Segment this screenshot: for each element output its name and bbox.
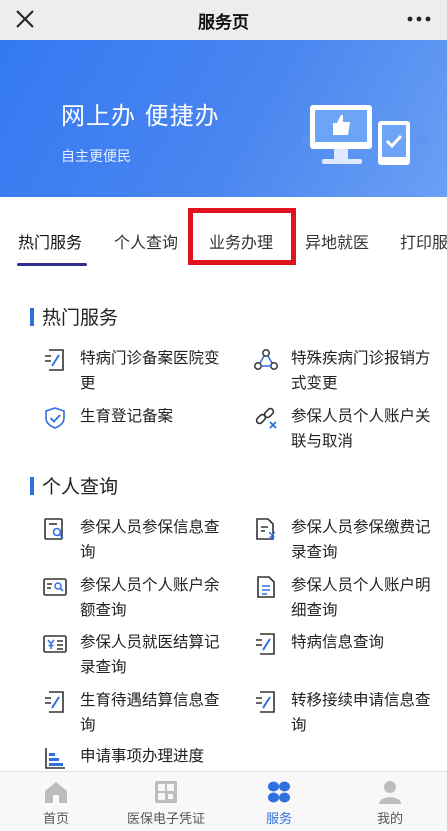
file-edit-icon bbox=[256, 633, 275, 655]
nav-medical-certificate[interactable]: 医保电子凭证 bbox=[116, 772, 216, 831]
service-item[interactable]: 生育登记备案 bbox=[42, 404, 230, 431]
service-item[interactable]: 特殊疾病门诊报销方式变更 bbox=[253, 346, 441, 396]
doc-yen-icon bbox=[256, 518, 276, 540]
section-accent-bar bbox=[30, 476, 34, 495]
service-item-label: 特殊疾病门诊报销方式变更 bbox=[291, 349, 431, 392]
banner: 网上办 便捷办 自主更便民 bbox=[0, 40, 447, 197]
tab-remote-medical[interactable]: 异地就医 bbox=[305, 229, 369, 253]
service-item-label: 转移接续申请信息查询 bbox=[291, 691, 431, 734]
service-item-label: 特病门诊备案医院变更 bbox=[80, 349, 220, 392]
service-item[interactable]: 参保人员个人账户关联与取消 bbox=[253, 404, 441, 454]
nav-home[interactable]: 首页 bbox=[6, 772, 106, 831]
service-item-label: 生育待遇结算信息查询 bbox=[80, 691, 220, 734]
yen-list-icon bbox=[43, 635, 67, 653]
section-title-text: 个人查询 bbox=[42, 476, 119, 498]
bottom-nav: 首页 医保电子凭证 服务 我的 bbox=[0, 771, 447, 831]
service-item[interactable]: 生育待遇结算信息查询 bbox=[42, 688, 230, 738]
highlight-box bbox=[188, 208, 296, 265]
progress-icon bbox=[45, 748, 65, 769]
service-item[interactable]: 转移接续申请信息查询 bbox=[253, 688, 441, 738]
tab-personal-query[interactable]: 个人查询 bbox=[114, 229, 178, 253]
section-title-personal: 个人查询 bbox=[30, 472, 118, 499]
active-tab-indicator bbox=[17, 263, 87, 266]
service-item-label: 参保人员参保缴费记录查询 bbox=[291, 518, 431, 561]
section-accent-bar bbox=[30, 307, 34, 326]
service-item-label: 申请事项办理进度 bbox=[80, 747, 205, 765]
shield-check-icon bbox=[45, 407, 65, 429]
more-icon[interactable] bbox=[407, 14, 431, 24]
service-item[interactable]: 参保人员就医结算记录查询 bbox=[42, 630, 230, 680]
nav-mine[interactable]: 我的 bbox=[340, 772, 440, 831]
tab-print-service[interactable]: 打印服 bbox=[400, 229, 447, 253]
file-edit-icon bbox=[256, 691, 275, 713]
user-icon bbox=[379, 781, 401, 804]
service-item-label: 参保人员参保信息查询 bbox=[80, 518, 220, 561]
service-item[interactable]: 参保人员个人账户明细查询 bbox=[253, 573, 441, 623]
file-edit-icon bbox=[45, 349, 64, 371]
service-item[interactable]: 申请事项办理进度 bbox=[42, 744, 280, 771]
link-remove-icon bbox=[255, 407, 277, 429]
service-item[interactable]: 参保人员参保缴费记录查询 bbox=[253, 515, 441, 565]
service-item[interactable]: 特病信息查询 bbox=[253, 630, 441, 657]
service-item[interactable]: 参保人员个人账户余额查询 bbox=[42, 573, 230, 623]
file-edit-icon bbox=[45, 691, 64, 713]
card-search-icon bbox=[43, 578, 67, 596]
nav-label: 服务 bbox=[265, 812, 292, 827]
top-bar: 服务页 bbox=[0, 0, 447, 40]
close-icon[interactable] bbox=[12, 6, 38, 32]
tab-hot-services[interactable]: 热门服务 bbox=[18, 229, 82, 253]
service-item-label: 参保人员个人账户明细查询 bbox=[291, 576, 431, 619]
page-title: 服务页 bbox=[198, 12, 249, 33]
service-item-label: 特病信息查询 bbox=[291, 633, 385, 651]
doc-search-icon bbox=[44, 518, 64, 540]
computer-thumbs-up-icon bbox=[302, 105, 428, 165]
banner-title: 网上办 便捷办 bbox=[61, 102, 220, 130]
nav-service[interactable]: 服务 bbox=[229, 772, 329, 831]
service-grid-icon bbox=[268, 781, 290, 803]
nav-label: 首页 bbox=[42, 812, 69, 827]
service-item[interactable]: 参保人员参保信息查询 bbox=[42, 515, 230, 565]
service-item[interactable]: 特病门诊备案医院变更 bbox=[42, 346, 230, 396]
banner-subtitle: 自主更便民 bbox=[61, 149, 131, 165]
service-item-label: 参保人员就医结算记录查询 bbox=[80, 633, 220, 676]
category-tabs: 热门服务 个人查询 业务办理 异地就医 打印服 bbox=[0, 197, 447, 271]
section-title-text: 热门服务 bbox=[42, 307, 119, 329]
service-item-label: 生育登记备案 bbox=[80, 407, 174, 425]
qr-card-icon bbox=[155, 781, 177, 803]
doc-icon bbox=[257, 576, 275, 598]
network-icon bbox=[254, 349, 278, 370]
section-title-hot: 热门服务 bbox=[30, 303, 118, 330]
service-item-label: 参保人员个人账户关联与取消 bbox=[291, 407, 431, 450]
nav-label: 我的 bbox=[376, 812, 403, 827]
service-item-label: 参保人员个人账户余额查询 bbox=[80, 576, 220, 619]
nav-label: 医保电子凭证 bbox=[126, 812, 205, 827]
home-icon bbox=[45, 782, 67, 803]
